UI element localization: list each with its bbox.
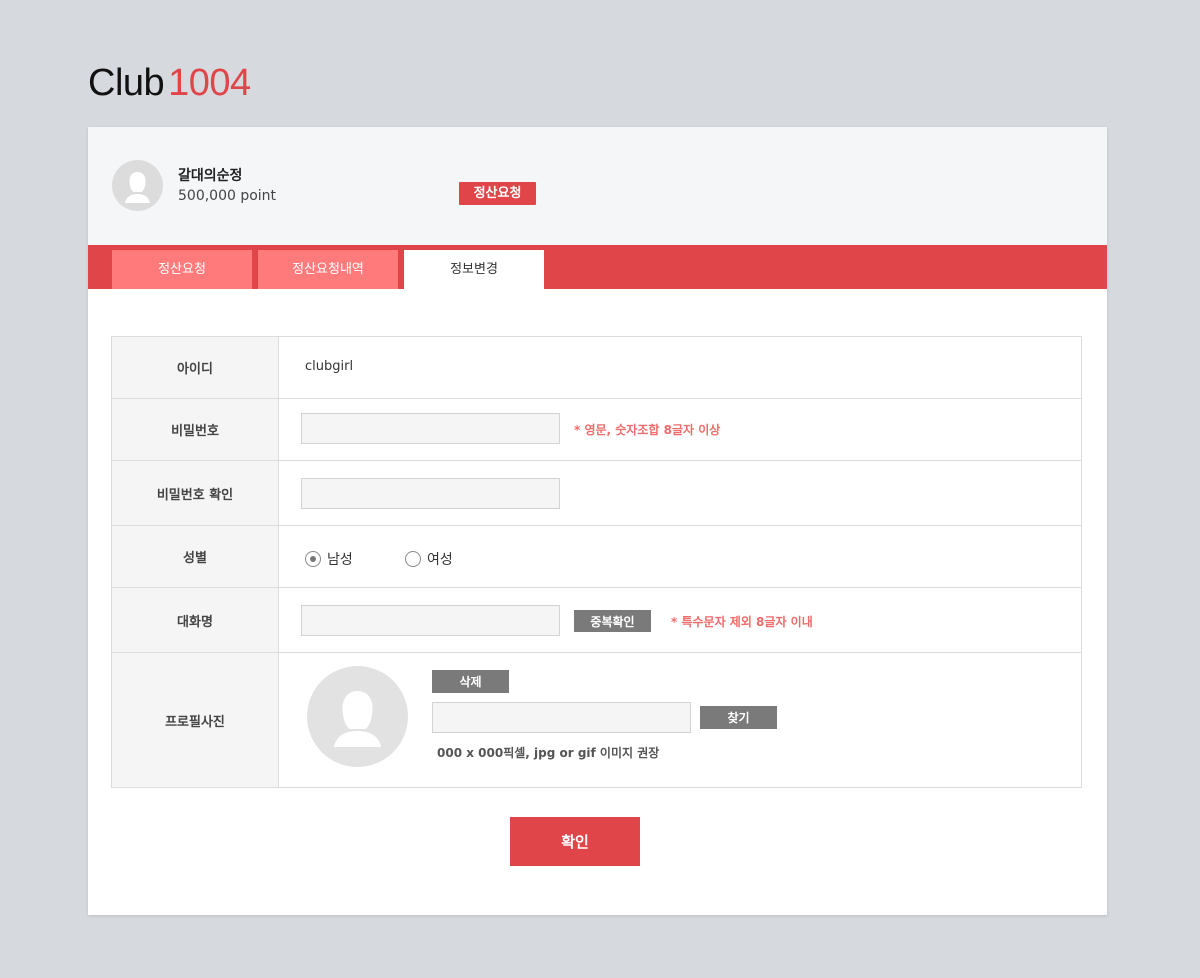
logo-number-text: 1004 [168,62,251,104]
profile-form: 아이디 clubgirl 비밀번호 * 영문, 숫자조합 8글자 이상 비밀번호… [111,336,1082,788]
profile-summary: 갈대의순정 500,000 point 정산요청 [88,127,1107,245]
gender-female-label: 여성 [427,552,453,568]
password-input[interactable] [301,413,560,444]
account-card: 갈대의순정 500,000 point 정산요청 정산요청 정산요청내역 정보변… [88,127,1107,915]
photo-label: 프로필사진 [112,653,279,787]
form-row-password: 비밀번호 * 영문, 숫자조합 8글자 이상 [112,399,1081,461]
tab-settlement-history[interactable]: 정산요청내역 [258,250,398,289]
confirm-button[interactable]: 확인 [510,817,640,866]
photo-file-input[interactable] [432,702,691,733]
password-confirm-label: 비밀번호 확인 [112,461,279,525]
settlement-request-badge[interactable]: 정산요청 [459,182,536,205]
form-row-password-confirm: 비밀번호 확인 [112,461,1081,526]
password-hint: * 영문, 숫자조합 8글자 이상 [574,423,721,437]
delete-photo-button[interactable]: 삭제 [432,670,509,693]
form-row-photo: 프로필사진 삭제 찾기 000 x 000픽셀, jpg or gif 이미지 … [112,653,1081,788]
user-point: 500,000 point [178,188,277,204]
browse-photo-button[interactable]: 찾기 [700,706,777,729]
password-confirm-input[interactable] [301,478,560,509]
logo[interactable]: Club 1004 [88,62,251,105]
form-row-nickname: 대화명 중복확인 * 특수문자 제외 8글자 이내 [112,588,1081,653]
user-avatar-icon [112,160,163,211]
form-row-id: 아이디 clubgirl [112,337,1081,399]
logo-club-text: Club [88,62,165,104]
photo-note: 000 x 000픽셀, jpg or gif 이미지 권장 [437,746,660,760]
gender-male-label: 남성 [327,552,353,568]
user-name: 갈대의순정 [178,168,243,184]
tab-settlement-request[interactable]: 정산요청 [112,250,252,289]
gender-male-radio[interactable]: 남성 [305,549,353,569]
password-label: 비밀번호 [112,399,279,460]
id-label: 아이디 [112,337,279,398]
nickname-hint: * 특수문자 제외 8글자 이내 [671,615,813,629]
profile-photo-placeholder-icon [307,666,408,767]
gender-female-radio[interactable]: 여성 [405,549,453,569]
radio-unchecked-icon [405,551,421,567]
nickname-input[interactable] [301,605,560,636]
radio-checked-icon [305,551,321,567]
nickname-label: 대화명 [112,588,279,652]
tab-bar: 정산요청 정산요청내역 정보변경 [88,245,1107,289]
duplicate-check-button[interactable]: 중복확인 [574,610,651,632]
gender-label: 성별 [112,526,279,587]
form-row-gender: 성별 남성 여성 [112,526,1081,588]
tab-edit-info[interactable]: 정보변경 [404,250,544,289]
id-value: clubgirl [305,359,354,374]
